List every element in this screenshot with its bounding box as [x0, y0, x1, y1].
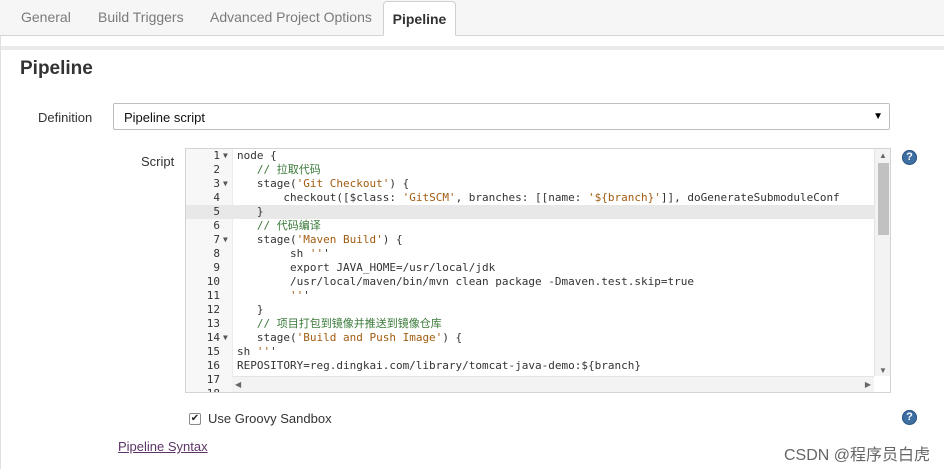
code-text: stage('Maven Build') {	[237, 233, 403, 246]
fold-toggle-icon[interactable]: ▼	[223, 149, 228, 163]
line-number: 14	[206, 331, 220, 344]
code-text: /usr/local/maven/bin/mvn clean package -…	[237, 275, 694, 288]
tab-general[interactable]: General	[21, 0, 71, 35]
line-number: 16	[206, 359, 220, 372]
groovy-sandbox-label: Use Groovy Sandbox	[208, 411, 332, 426]
code-text: }	[237, 205, 264, 218]
line-number: 8	[213, 247, 220, 260]
section-title: Pipeline	[20, 58, 93, 79]
horizontal-scrollbar[interactable]: ◀ ▶	[232, 376, 874, 392]
code-line[interactable]: 3 ▼ stage('Git Checkout') {	[186, 177, 874, 191]
fold-toggle-icon[interactable]: ▼	[223, 233, 228, 247]
script-label: Script	[141, 154, 175, 169]
groovy-sandbox-checkbox[interactable]: ✔	[189, 413, 201, 425]
checkmark-icon: ✔	[190, 413, 200, 424]
line-number: 11	[206, 289, 220, 302]
code-text: stage('Git Checkout') {	[237, 177, 410, 190]
scroll-right-icon[interactable]: ▶	[865, 380, 871, 389]
vertical-scrollbar[interactable]: ▲ ▼	[874, 149, 890, 377]
code-text: REPOSITORY=reg.dingkai.com/library/tomca…	[237, 359, 641, 372]
code-line[interactable]: 15 sh '''	[186, 345, 874, 359]
code-line[interactable]: 9 export JAVA_HOME=/usr/local/jdk	[186, 261, 874, 275]
definition-select[interactable]: Pipeline script ▼	[113, 103, 890, 130]
line-number: 10	[206, 275, 220, 288]
code-text: checkout([$class: 'GitSCM', branches: [[…	[237, 191, 840, 204]
code-line[interactable]: 1 ▼ node {	[186, 149, 874, 163]
code-text: // 代码编译	[237, 219, 321, 232]
code-text: // 拉取代码	[237, 163, 321, 176]
code-line[interactable]: 4 checkout([$class: 'GitSCM', branches: …	[186, 191, 874, 205]
section-divider	[1, 46, 944, 50]
code-line[interactable]: 14 ▼ stage('Build and Push Image') {	[186, 331, 874, 345]
line-number: 1	[213, 149, 220, 162]
code-line[interactable]: 16 REPOSITORY=reg.dingkai.com/library/tom…	[186, 359, 874, 373]
code-line[interactable]: 8 sh '''	[186, 247, 874, 261]
code-text: export JAVA_HOME=/usr/local/jdk	[237, 261, 496, 274]
triangle-down-icon: ▼	[873, 111, 883, 122]
code-line[interactable]: 7 ▼ stage('Maven Build') {	[186, 233, 874, 247]
tab-build-triggers[interactable]: Build Triggers	[98, 0, 184, 35]
fold-toggle-icon[interactable]: ▼	[223, 177, 228, 191]
scroll-up-icon[interactable]: ▲	[879, 151, 887, 160]
code-text: node {	[237, 149, 277, 162]
code-text: // 项目打包到镜像并推送到镜像仓库	[237, 317, 442, 330]
line-number: 6	[213, 219, 220, 232]
code-text: stage('Build and Push Image') {	[237, 331, 463, 344]
question-circle-icon[interactable]: ?	[902, 150, 917, 165]
script-editor[interactable]: 1 ▼ node {2 // 拉取代码 3 ▼ stage('Git Checkout'…	[185, 148, 891, 393]
line-number: 2	[213, 163, 220, 176]
tab-pipeline[interactable]: Pipeline	[383, 1, 456, 36]
tab-bar: General Build Triggers Advanced Project …	[0, 0, 944, 36]
code-line[interactable]: 5 }	[186, 205, 874, 219]
scrollbar-thumb[interactable]	[878, 163, 889, 235]
definition-label: Definition	[38, 110, 93, 125]
code-text: sh '''	[237, 247, 330, 260]
line-number: 3	[213, 177, 220, 190]
fold-toggle-icon[interactable]: ▼	[223, 331, 228, 345]
line-number: 15	[206, 345, 220, 358]
code-line[interactable]: 2 // 拉取代码	[186, 163, 874, 177]
line-number: 7	[213, 233, 220, 246]
line-number: 17	[206, 373, 220, 386]
definition-selected-value: Pipeline script	[124, 110, 205, 125]
pipeline-syntax-link[interactable]: Pipeline Syntax	[118, 439, 208, 454]
line-number: 4	[213, 191, 220, 204]
question-circle-icon[interactable]: ?	[902, 410, 917, 425]
watermark-text: CSDN @程序员白虎	[783, 447, 930, 464]
code-line[interactable]: 13 // 项目打包到镜像并推送到镜像仓库	[186, 317, 874, 331]
line-number: 5	[213, 205, 220, 218]
tab-advanced-project-options[interactable]: Advanced Project Options	[210, 0, 372, 35]
scroll-left-icon[interactable]: ◀	[235, 380, 241, 389]
code-line[interactable]: 11 '''	[186, 289, 874, 303]
line-number: 12	[206, 303, 220, 316]
scroll-down-icon[interactable]: ▼	[879, 366, 887, 375]
code-text: sh '''	[237, 345, 277, 358]
line-number: 18	[186, 387, 220, 392]
scrollbar-corner	[874, 376, 890, 392]
code-text: }	[237, 303, 264, 316]
code-text: '''	[289, 289, 310, 302]
code-line[interactable]: 10 /usr/local/maven/bin/mvn clean packag…	[186, 275, 874, 289]
code-line[interactable]: 12 }	[186, 303, 874, 317]
code-line[interactable]: 6 // 代码编译	[186, 219, 874, 233]
line-number: 9	[213, 261, 220, 274]
line-number: 13	[206, 317, 220, 330]
